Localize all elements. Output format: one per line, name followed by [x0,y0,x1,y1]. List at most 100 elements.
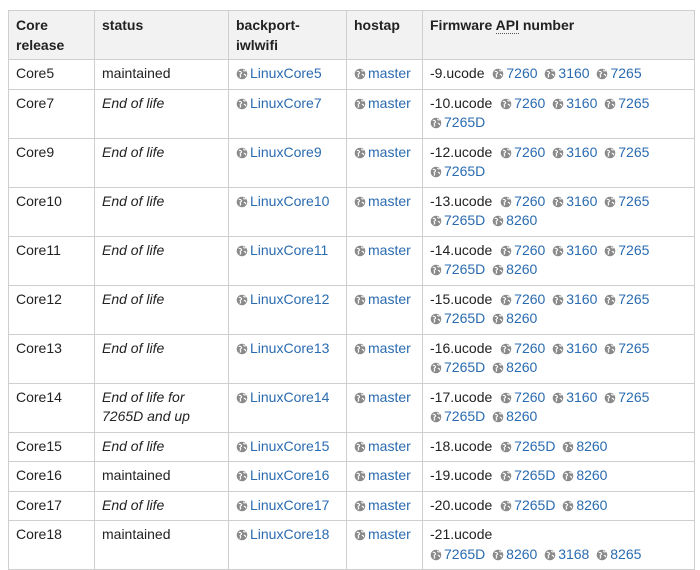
firmware-link[interactable]: 3160 [552,193,597,209]
backport-link[interactable]: LinuxCore10 [236,193,329,209]
backport-link[interactable]: LinuxCore16 [236,467,329,483]
firmware-link[interactable]: 8265 [596,546,641,562]
firmware-link[interactable]: 3160 [552,144,597,160]
ucode-version: -9.ucode [430,65,485,81]
backport-iwlwifi-cell: LinuxCore17 [228,490,347,521]
globe-icon [430,166,442,178]
hostap-master-link[interactable]: master [354,95,411,111]
firmware-link[interactable]: 3168 [544,546,589,562]
firmware-link[interactable]: 7260 [500,340,545,356]
firmware-link[interactable]: 3160 [552,389,597,405]
status-cell: maintained [94,520,229,570]
backport-link[interactable]: LinuxCore17 [236,497,329,513]
firmware-link[interactable]: 7265D [430,261,485,277]
firmware-link[interactable]: 7260 [500,291,545,307]
core-release-cell: Core16 [8,461,95,492]
firmware-link[interactable]: 7265D [430,114,485,130]
hostap-cell: master [346,59,423,90]
ucode-version: -15.ucode [430,290,493,307]
firmware-link[interactable]: 7265D [500,467,555,483]
header-firmware-prefix: Firmware [430,17,496,33]
firmware-link[interactable]: 8260 [562,497,607,513]
hostap-master-link[interactable]: master [354,291,411,307]
firmware-link[interactable]: 7265D [430,546,485,562]
firmware-link[interactable]: 7265D [430,212,485,228]
firmware-link[interactable]: 7265D [430,310,485,326]
firmware-link[interactable]: 3160 [552,95,597,111]
backport-iwlwifi-cell: LinuxCore15 [228,431,347,462]
hostap-cell: master [346,333,423,384]
hostap-master-link[interactable]: master [354,438,411,454]
backport-link[interactable]: LinuxCore9 [236,144,322,160]
hostap-master-link[interactable]: master [354,193,411,209]
hostap-master-link[interactable]: master [354,65,411,81]
firmware-link[interactable]: 8260 [492,408,537,424]
firmware-link[interactable]: 7265 [604,242,649,258]
firmware-link[interactable]: 7260 [500,242,545,258]
hostap-master-link[interactable]: master [354,389,411,405]
firmware-link[interactable]: 7260 [500,95,545,111]
firmware-link[interactable]: 3160 [552,242,597,258]
firmware-link[interactable]: 7260 [492,65,538,81]
firmware-link[interactable]: 8260 [492,359,537,375]
firmware-cell: -18.ucode 7265D 8260 [422,431,695,462]
backport-link[interactable]: LinuxCore13 [236,340,329,356]
backport-link[interactable]: LinuxCore18 [236,526,329,542]
firmware-link[interactable]: 8260 [492,261,537,277]
hostap-master-link-label: master [368,437,411,454]
firmware-link[interactable]: 7265 [596,65,642,81]
firmware-link[interactable]: 7265D [500,497,555,513]
hostap-master-link[interactable]: master [354,242,411,258]
firmware-link-label: 8260 [506,408,538,424]
firmware-cell: -19.ucode 7265D 8260 [422,461,695,492]
ucode-version: -16.ucode [430,339,493,356]
firmware-link[interactable]: 7265D [430,408,485,424]
globe-icon [236,68,248,80]
hostap-master-link[interactable]: master [354,144,411,160]
firmware-link[interactable]: 7265D [430,359,485,375]
backport-link[interactable]: LinuxCore12 [236,291,329,307]
globe-icon [354,392,366,404]
hostap-master-link[interactable]: master [354,497,411,513]
hostap-master-link[interactable]: master [354,340,411,356]
firmware-link[interactable]: 7260 [500,144,545,160]
firmware-link[interactable]: 7265 [604,95,649,111]
backport-link[interactable]: LinuxCore7 [236,95,322,111]
firmware-link[interactable]: 3160 [552,340,597,356]
firmware-link[interactable]: 8260 [492,212,537,228]
firmware-link-label: 3160 [566,290,598,307]
backport-iwlwifi-cell: LinuxCore18 [228,520,347,570]
firmware-link[interactable]: 7265 [604,193,649,209]
api-abbreviation[interactable]: API [495,17,519,34]
firmware-link[interactable]: 7260 [500,193,545,209]
core-release-cell: Core17 [8,490,95,521]
backport-link[interactable]: LinuxCore11 [236,242,328,258]
backport-link-label: LinuxCore7 [250,94,322,111]
globe-icon [562,441,574,453]
firmware-link[interactable]: 8260 [562,438,607,454]
firmware-link[interactable]: 7265D [430,163,485,179]
firmware-link[interactable]: 7265 [604,389,649,405]
firmware-link[interactable]: 7265 [604,340,649,356]
header-hostap: hostap [346,10,423,60]
hostap-master-link[interactable]: master [354,526,411,542]
firmware-link[interactable]: 7265 [604,291,649,307]
firmware-link[interactable]: 7260 [500,389,545,405]
firmware-link[interactable]: 8260 [492,546,537,562]
globe-icon [500,196,512,208]
firmware-link[interactable]: 7265 [604,144,649,160]
backport-link[interactable]: LinuxCore14 [236,389,329,405]
firmware-link[interactable]: 7265D [500,438,555,454]
backport-iwlwifi-cell: LinuxCore14 [228,382,347,433]
status-cell: End of life [94,88,229,139]
firmware-link[interactable]: 3160 [552,291,597,307]
hostap-master-link[interactable]: master [354,467,411,483]
core-release-cell: Core10 [8,186,95,237]
globe-icon [430,264,442,276]
backport-link[interactable]: LinuxCore15 [236,438,329,454]
firmware-link[interactable]: 3160 [544,65,590,81]
backport-iwlwifi-cell: LinuxCore10 [228,186,347,237]
firmware-link[interactable]: 8260 [562,467,607,483]
firmware-link[interactable]: 8260 [492,310,537,326]
backport-link[interactable]: LinuxCore5 [236,65,322,81]
